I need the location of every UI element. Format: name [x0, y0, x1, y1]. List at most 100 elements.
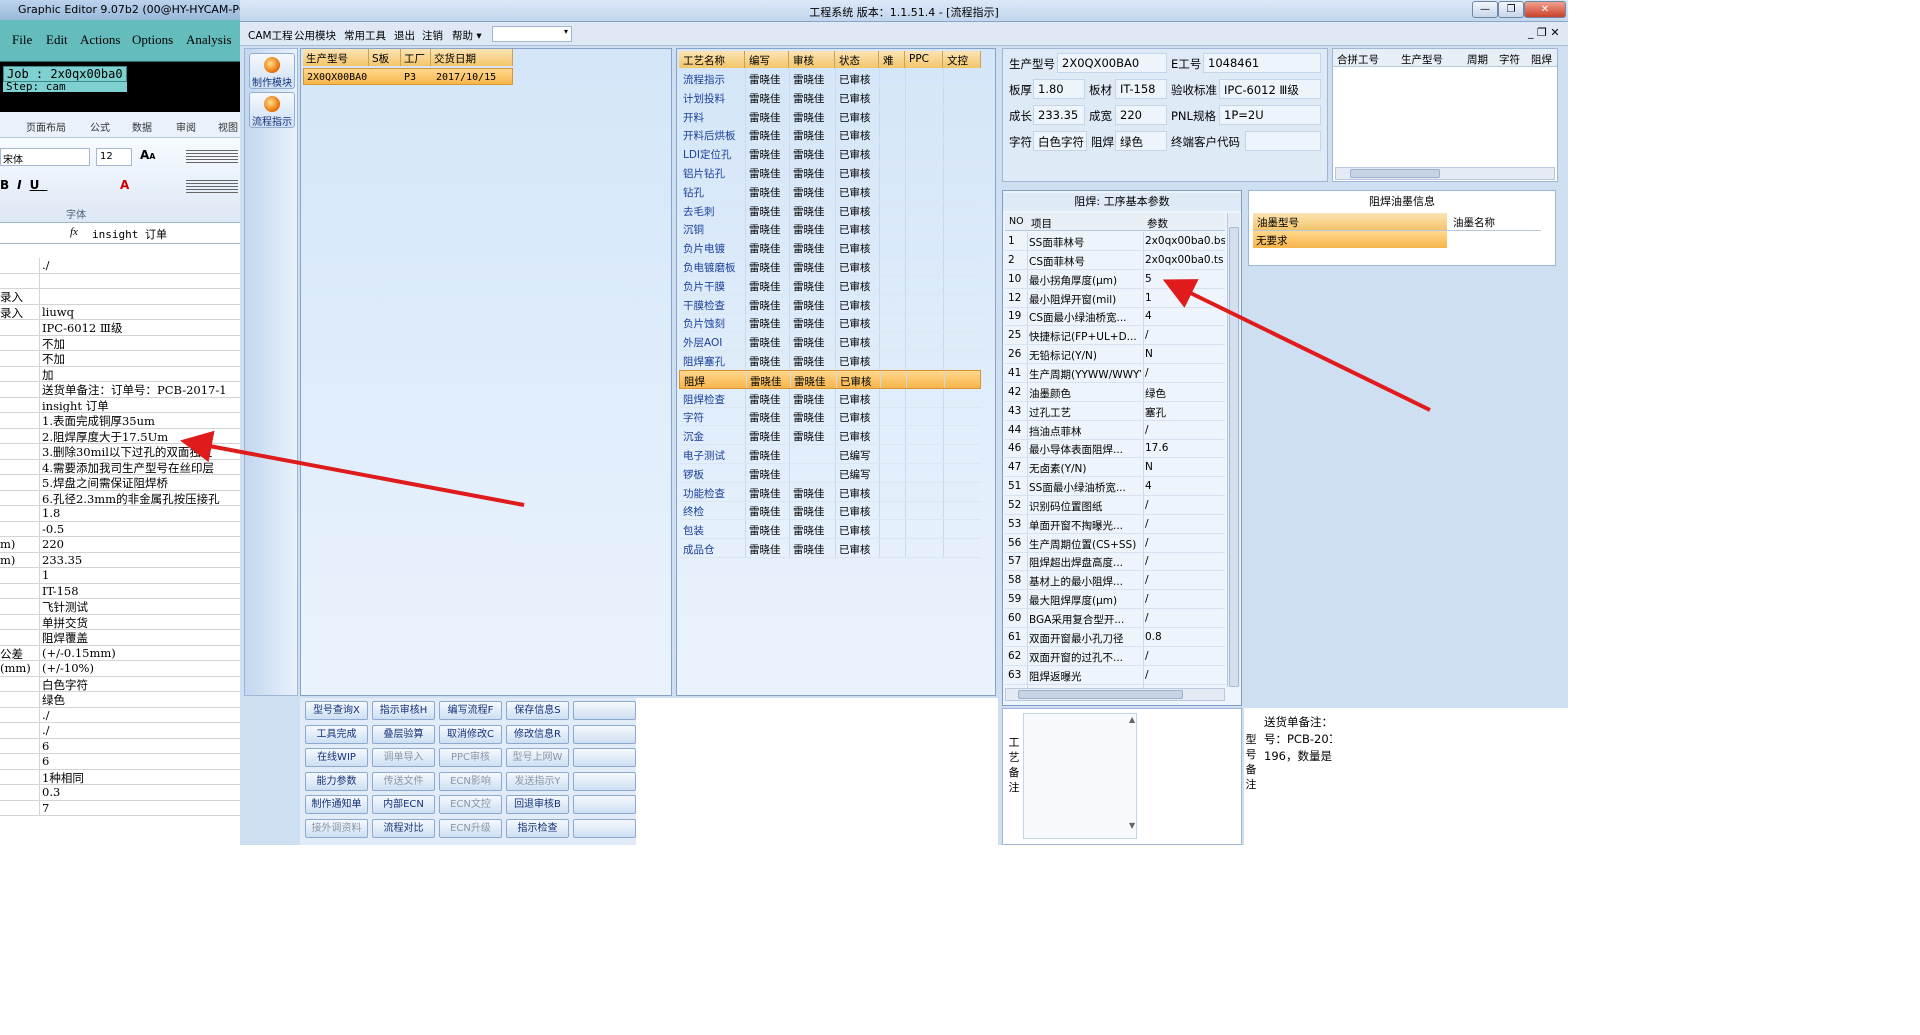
col-header-merge-mask[interactable]: 阻焊 [1531, 52, 1552, 67]
menu-dropdown[interactable]: ▾ [492, 26, 572, 42]
process-row[interactable]: 负片蚀刻 雷晓佳 雷晓佳 已审核 [679, 313, 981, 333]
param-row[interactable]: 10 最小拐角厚度(μm) 5 [1005, 269, 1225, 289]
sheet-cell-a[interactable]: 录入 [0, 304, 40, 319]
menu-cam[interactable]: CAM工程 [248, 28, 293, 43]
align-icons-2[interactable] [186, 180, 238, 194]
process-row[interactable]: 开料后烘板 雷晓佳 雷晓佳 已审核 [679, 125, 981, 145]
sheet-row[interactable]: 加 [0, 366, 240, 382]
model-remark-text[interactable]: 送货单备注：订 号：PCB-2017 196，数量是20 [1264, 714, 1332, 765]
param-row[interactable]: 52 识别码位置图纸 / [1005, 495, 1225, 515]
menu-edit[interactable]: Edit [46, 32, 68, 48]
sheet-cell-b[interactable]: (+/-10%) [42, 661, 94, 675]
col-header-ppc[interactable]: PPC [905, 51, 943, 68]
process-row[interactable]: 负片干膜 雷晓佳 雷晓佳 已审核 [679, 275, 981, 295]
sheet-row[interactable]: 1.表面完成铜厚35um [0, 413, 240, 429]
param-row[interactable]: 56 生产周期位置(CS+SS) / [1005, 533, 1225, 553]
process-row[interactable]: 沉铜 雷晓佳 雷晓佳 已审核 [679, 219, 981, 239]
param-row[interactable]: 53 单面开窗不掏曝光... / [1005, 514, 1225, 534]
sheet-row[interactable]: IT-158 [0, 583, 240, 599]
sheet-cell-b[interactable]: (+/-0.15mm) [42, 646, 116, 660]
sheet-row[interactable]: 1 [0, 568, 240, 584]
action-button[interactable]: 型号查询X [305, 701, 368, 720]
menu-actions[interactable]: Actions [80, 32, 120, 48]
material-field[interactable]: IT-158 [1115, 79, 1167, 99]
param-row[interactable]: 61 双面开窗最小孔刀径 0.8 [1005, 627, 1225, 647]
sheet-cell-b[interactable]: 不加 [42, 336, 65, 351]
customer-code-field[interactable] [1245, 131, 1321, 151]
length-field[interactable]: 233.35 [1033, 105, 1085, 125]
action-button[interactable]: 发送指示Y [506, 771, 569, 791]
param-row[interactable]: 60 BGA采用复合型开... / [1005, 609, 1225, 628]
param-row[interactable]: 46 最小导体表面阻焊... 17.6 [1005, 439, 1225, 459]
action-button[interactable]: 流程对比 [372, 819, 435, 838]
menu-logout[interactable]: 注销 [422, 28, 443, 43]
model-field[interactable]: 2X0QX00BA0 [1057, 53, 1167, 73]
sheet-cell-a[interactable] [0, 738, 40, 753]
sheet-cell-a[interactable] [0, 506, 40, 521]
action-button[interactable]: 制作通知单 [305, 795, 368, 815]
col-header-model[interactable]: 生产型号 [303, 49, 369, 66]
sheet-cell-b[interactable]: 不加 [42, 351, 65, 366]
process-row[interactable]: 锣板 雷晓佳 已编写 [679, 463, 981, 483]
grow-font-icon[interactable]: AA [140, 148, 156, 162]
sheet-cell-a[interactable] [0, 676, 40, 691]
sheet-cell-b[interactable]: 飞针测试 [42, 599, 88, 614]
sheet-cell-a[interactable] [0, 273, 40, 288]
sheet-cell-b[interactable]: 1.表面完成铜厚35um [42, 413, 155, 428]
nav-flow-instruction[interactable]: 流程指示 [249, 92, 295, 128]
process-remark-textarea[interactable] [1023, 713, 1137, 839]
col-header-merge-no[interactable]: 合拼工号 [1337, 52, 1379, 67]
sheet-row[interactable]: ./ [0, 707, 240, 723]
sheet-cell-b[interactable]: ./ [42, 708, 50, 722]
param-row[interactable]: 1 SS面菲林号 2x0qx00ba0.bs [1005, 232, 1225, 251]
sheet-row[interactable]: 0.3 [0, 785, 240, 801]
merge-scrollbar[interactable] [1335, 167, 1555, 180]
blank-button[interactable] [573, 795, 636, 815]
action-button[interactable]: 接外调资料 [305, 819, 368, 838]
action-button[interactable]: ECN影响 [439, 771, 502, 791]
param-row[interactable]: 47 无卤素(Y/N) N [1005, 458, 1225, 478]
sheet-cell-b[interactable]: 233.35 [42, 553, 82, 567]
sheet-cell-b[interactable]: 1种相同 [42, 770, 84, 785]
action-button[interactable]: ECN升级 [439, 819, 502, 838]
tab-page-layout[interactable]: 页面布局 [26, 119, 66, 134]
action-button[interactable]: PPC审核 [439, 748, 502, 768]
sheet-cell-b[interactable]: insight 订单 [42, 398, 109, 413]
menu-analysis[interactable]: Analysis [186, 32, 232, 48]
sheet-cell-a[interactable] [0, 335, 40, 350]
sheet-cell-b[interactable]: 220 [42, 537, 64, 551]
sheet-cell-b[interactable]: ./ [42, 723, 50, 737]
sheet-row[interactable]: 阻焊覆盖 [0, 630, 240, 646]
sheet-row[interactable]: 白色字符 [0, 676, 240, 692]
tab-formulas[interactable]: 公式 [90, 119, 110, 134]
process-row[interactable]: 干膜检查 雷晓佳 雷晓佳 已审核 [679, 294, 981, 314]
sheet-row[interactable]: 6 [0, 754, 240, 770]
col-header-factory[interactable]: 工厂 [401, 49, 431, 66]
align-icons[interactable] [186, 150, 238, 164]
action-button[interactable]: 工具完成 [305, 724, 368, 744]
sheet-cell-b[interactable]: 4.需要添加我司生产型号在丝印层 [42, 460, 214, 475]
nav-make-module[interactable]: 制作模块 [249, 53, 295, 89]
param-row[interactable]: 43 过孔工艺 塞孔 [1005, 401, 1225, 421]
sheet-cell-b[interactable]: 单拼交货 [42, 615, 88, 630]
process-row[interactable]: 外层AOI 雷晓佳 雷晓佳 已审核 [679, 332, 981, 352]
sheet-cell-b[interactable]: 3.删除30mil以下过孔的双面独立 [42, 444, 212, 459]
sheet-cell-a[interactable] [0, 413, 40, 428]
sheet-cell-a[interactable] [0, 630, 40, 645]
action-button[interactable]: 调单导入 [372, 748, 435, 768]
col-header-ink-model[interactable]: 油墨型号 [1253, 213, 1447, 230]
sheet-cell-a[interactable] [0, 397, 40, 412]
params-vscrollbar[interactable] [1227, 213, 1240, 687]
sheet-cell-b[interactable]: 0.3 [42, 785, 60, 799]
blank-button[interactable] [573, 701, 636, 720]
process-row[interactable]: 功能检查 雷晓佳 雷晓佳 已审核 [679, 482, 981, 502]
eno-field[interactable]: 1048461 [1203, 53, 1321, 73]
sheet-cell-b[interactable]: 1 [42, 568, 49, 582]
sheet-cell-a[interactable]: 公差 [0, 645, 40, 660]
sheet-row[interactable]: (mm) (+/-10%) [0, 661, 240, 677]
close-icon[interactable]: ✕ [1524, 1, 1566, 18]
col-header-difficulty[interactable]: 难 [879, 51, 905, 68]
sheet-cell-a[interactable] [0, 459, 40, 474]
sheet-cell-a[interactable] [0, 428, 40, 443]
param-row[interactable]: 25 快捷标记(FP+UL+D... / [1005, 326, 1225, 346]
